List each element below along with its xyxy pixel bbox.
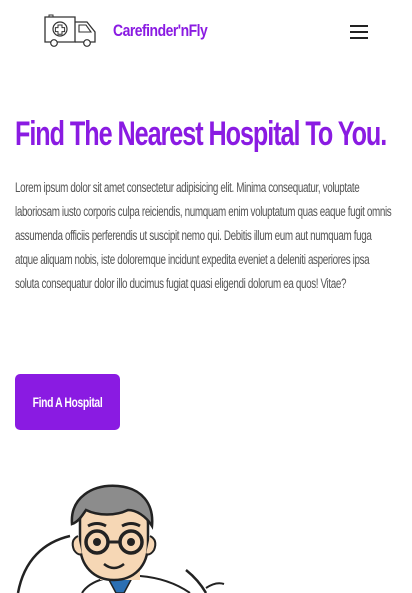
doctor-illustration — [0, 480, 412, 593]
hamburger-menu-icon — [350, 25, 368, 27]
find-hospital-button-label: Find A Hospital — [32, 394, 103, 410]
find-hospital-button[interactable]: Find A Hospital — [15, 374, 120, 430]
hero-description: Lorem ipsum dolor sit amet consectetur a… — [15, 180, 392, 291]
menu-toggle-button[interactable] — [345, 21, 373, 43]
brand-link[interactable]: Carefinder'nFly — [43, 14, 228, 48]
page-title: Find The Nearest Hospital To You. — [15, 115, 387, 153]
brand-name: Carefinder'nFly — [113, 21, 208, 40]
navbar: Carefinder'nFly — [0, 0, 412, 64]
ambulance-icon — [44, 14, 96, 47]
